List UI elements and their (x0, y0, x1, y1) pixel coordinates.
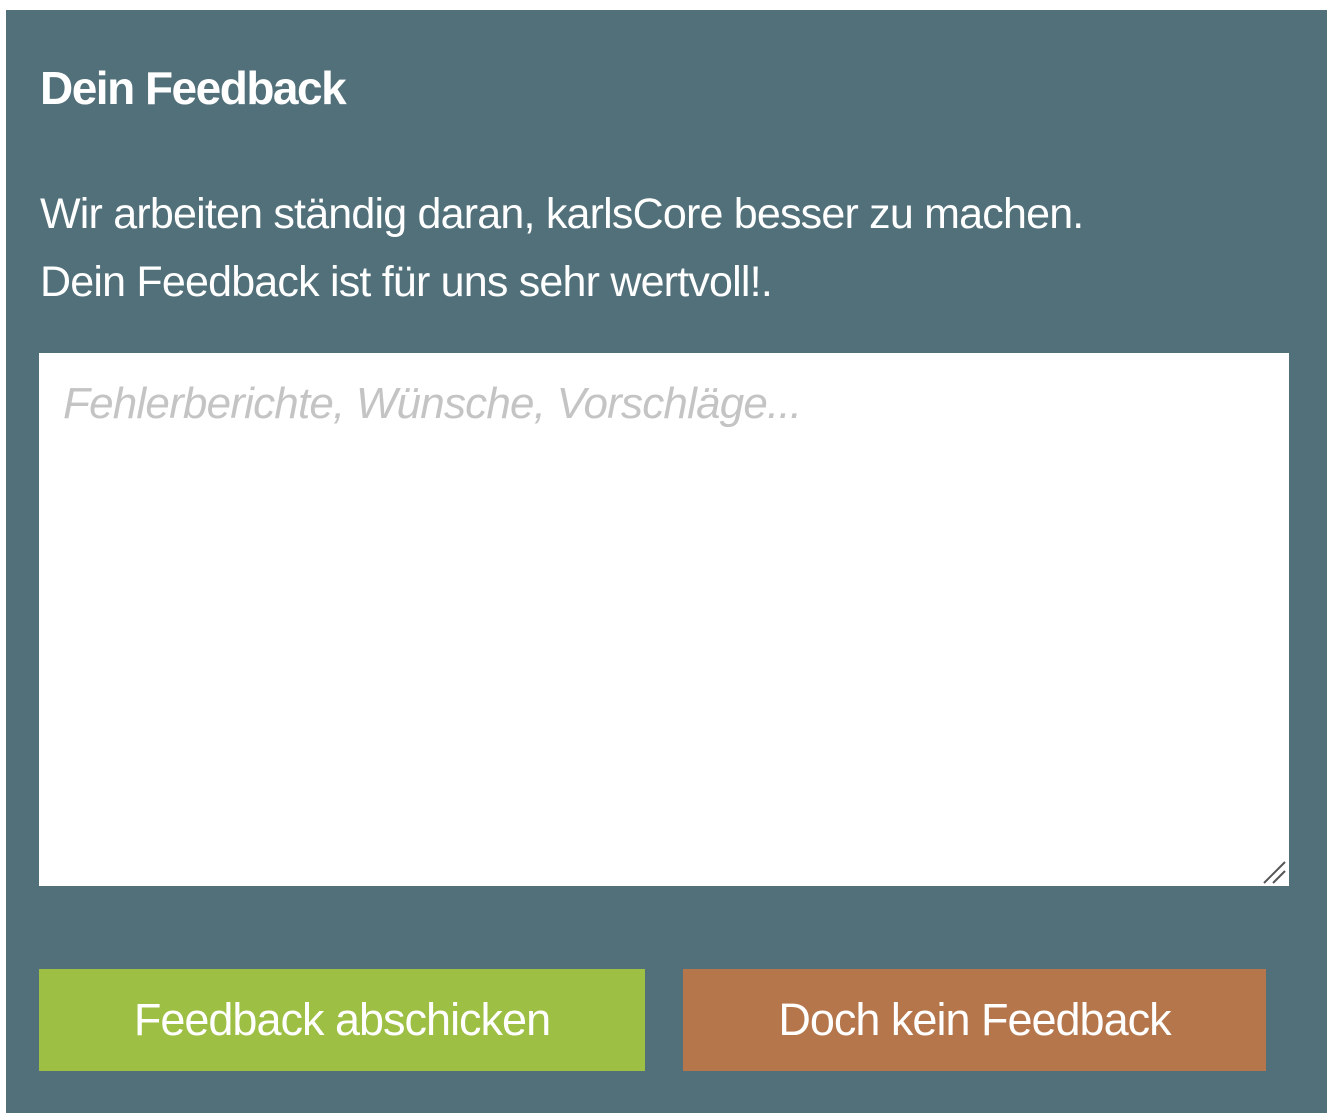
feedback-textarea[interactable] (39, 353, 1289, 886)
feedback-panel: Dein Feedback Wir arbeiten ständig daran… (6, 10, 1327, 1113)
panel-description: Wir arbeiten ständig daran, karlsCore be… (40, 180, 1084, 316)
description-line-2: Dein Feedback ist für uns sehr wertvoll!… (40, 258, 773, 306)
cancel-feedback-button[interactable]: Doch kein Feedback (683, 969, 1266, 1071)
panel-title: Dein Feedback (40, 62, 347, 114)
description-line-1: Wir arbeiten ständig daran, karlsCore be… (40, 190, 1084, 238)
resize-grip-icon[interactable] (1258, 856, 1286, 884)
submit-feedback-button[interactable]: Feedback abschicken (39, 969, 645, 1071)
